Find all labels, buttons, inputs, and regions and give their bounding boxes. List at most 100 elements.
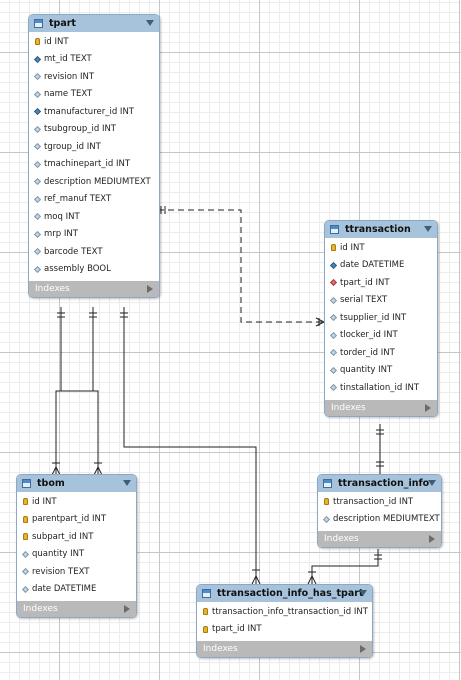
attribute-icon <box>328 366 338 374</box>
relationship-ttransaction-info[interactable] <box>376 424 384 474</box>
column-label: moq INT <box>44 211 80 222</box>
relationship-tpart-ttransaction[interactable] <box>158 206 325 327</box>
column-row[interactable]: mrp INT <box>29 226 159 244</box>
attribute-icon <box>32 195 42 203</box>
table-header[interactable]: tbom <box>17 475 136 492</box>
column-label: name TEXT <box>44 89 93 100</box>
attribute-icon <box>32 213 42 221</box>
table-title: tpart <box>49 18 76 29</box>
column-row[interactable]: name TEXT <box>29 86 159 104</box>
indexes-label: Indexes <box>35 284 70 294</box>
expand-arrow-icon[interactable] <box>429 535 435 543</box>
collapse-arrow-icon[interactable] <box>123 480 131 486</box>
column-row[interactable]: mt_id TEXT <box>29 51 159 69</box>
column-row[interactable]: tsupplier_id INT <box>325 309 437 327</box>
column-label: ttransaction_id INT <box>333 496 414 507</box>
column-row[interactable]: description MEDIUMTEXT <box>318 511 441 529</box>
relationship-info-has-tpart[interactable] <box>307 549 382 585</box>
column-key-mark <box>329 261 337 269</box>
primary-key-icon <box>32 38 42 46</box>
table-header[interactable]: ttransaction <box>325 221 437 238</box>
column-label: id INT <box>340 242 365 253</box>
table-header[interactable]: ttransaction_info <box>318 475 441 492</box>
indexes-bar[interactable]: Indexes <box>29 281 159 297</box>
column-row[interactable]: quantity INT <box>17 546 136 564</box>
column-row[interactable]: tpart_id INT <box>325 274 437 292</box>
expand-arrow-icon[interactable] <box>425 403 431 412</box>
collapse-arrow-icon[interactable] <box>359 590 367 596</box>
column-label: tlocker_id INT <box>340 330 398 341</box>
column-label: barcode TEXT <box>44 246 103 257</box>
column-row[interactable]: ttransaction_id INT <box>318 493 441 511</box>
column-key-mark <box>22 515 28 523</box>
column-label: quantity INT <box>340 365 393 376</box>
indexes-bar[interactable]: Indexes <box>318 531 441 547</box>
indexes-bar[interactable]: Indexes <box>17 601 136 617</box>
column-label: serial TEXT <box>340 295 388 306</box>
indexed-attribute-icon <box>32 108 42 116</box>
column-row[interactable]: serial TEXT <box>325 292 437 310</box>
column-row[interactable]: id INT <box>17 493 136 511</box>
column-key-mark <box>202 625 208 633</box>
column-row[interactable]: ttransaction_info_ttransaction_id INT <box>197 603 372 621</box>
table-ttransaction-info[interactable]: ttransaction_info ttransaction_id INT des… <box>317 474 442 548</box>
collapse-arrow-icon[interactable] <box>424 226 432 232</box>
indexes-label: Indexes <box>203 644 238 654</box>
column-list: ttransaction_info_ttransaction_id INT tpa… <box>197 602 372 641</box>
expand-arrow-icon[interactable] <box>360 645 366 653</box>
column-label: tsupplier_id INT <box>340 312 407 323</box>
table-tpart[interactable]: tpart id INT mt_id TEXT revision INT name T… <box>28 14 160 298</box>
table-ttransaction[interactable]: ttransaction id INT date DATETIME tpart_id… <box>324 220 438 417</box>
table-tbom[interactable]: tbom id INT parentpart_id INT subpart_id I… <box>16 474 137 618</box>
column-row[interactable]: quantity INT <box>325 362 437 380</box>
column-row[interactable]: id INT <box>325 239 437 257</box>
column-row[interactable]: parentpart_id INT <box>17 511 136 529</box>
column-row[interactable]: description MEDIUMTEXT <box>29 173 159 191</box>
expand-arrow-icon[interactable] <box>124 605 130 613</box>
column-key-mark <box>33 90 41 98</box>
column-row[interactable]: tmachinepart_id INT <box>29 156 159 174</box>
column-label: torder_id INT <box>340 347 395 358</box>
column-label: tmanufacturer_id INT <box>44 106 134 117</box>
column-key-mark <box>329 296 337 304</box>
column-list: id INT date DATETIME tpart_id INT serial TE… <box>325 238 437 400</box>
indexes-bar[interactable]: Indexes <box>325 399 437 416</box>
column-label: mrp INT <box>44 229 78 240</box>
column-row[interactable]: tpart_id INT <box>197 621 372 639</box>
relationship-tpart-tbom[interactable] <box>51 307 103 476</box>
column-row[interactable]: id INT <box>29 33 159 51</box>
column-row[interactable]: subpart_id INT <box>17 528 136 546</box>
indexes-bar[interactable]: Indexes <box>197 641 372 657</box>
table-header[interactable]: ttransaction_info_has_tpart <box>197 585 372 602</box>
column-key-mark <box>22 533 28 541</box>
primary-key-icon <box>328 244 338 252</box>
column-key-mark <box>330 244 336 252</box>
column-row[interactable]: tlocker_id INT <box>325 327 437 345</box>
column-label: id INT <box>32 496 57 507</box>
attribute-icon <box>32 90 42 98</box>
expand-arrow-icon[interactable] <box>147 285 153 293</box>
column-row[interactable]: revision INT <box>29 68 159 86</box>
column-row[interactable]: tgroup_id INT <box>29 138 159 156</box>
column-row[interactable]: revision TEXT <box>17 563 136 581</box>
table-ttransaction-info-has-tpart[interactable]: ttransaction_info_has_tpart ttransaction… <box>196 584 373 658</box>
column-key-mark <box>21 585 29 593</box>
relationship-tpart-has-tpart[interactable] <box>120 307 261 585</box>
column-row[interactable]: tmanufacturer_id INT <box>29 103 159 121</box>
column-row[interactable]: ref_manuf TEXT <box>29 191 159 209</box>
column-key-mark <box>33 213 41 221</box>
column-row[interactable]: assembly BOOL <box>29 261 159 279</box>
attribute-icon <box>32 230 42 238</box>
column-row[interactable]: barcode TEXT <box>29 243 159 261</box>
column-row[interactable]: date DATETIME <box>17 581 136 599</box>
column-row[interactable]: tinstallation_id INT <box>325 379 437 397</box>
primary-key-icon <box>200 625 210 633</box>
collapse-arrow-icon[interactable] <box>146 20 154 26</box>
column-row[interactable]: tsubgroup_id INT <box>29 121 159 139</box>
column-row[interactable]: torder_id INT <box>325 344 437 362</box>
column-label: description MEDIUMTEXT <box>44 176 151 187</box>
table-header[interactable]: tpart <box>29 15 159 32</box>
collapse-arrow-icon[interactable] <box>428 480 436 486</box>
column-row[interactable]: date DATETIME <box>325 257 437 275</box>
column-row[interactable]: moq INT <box>29 208 159 226</box>
